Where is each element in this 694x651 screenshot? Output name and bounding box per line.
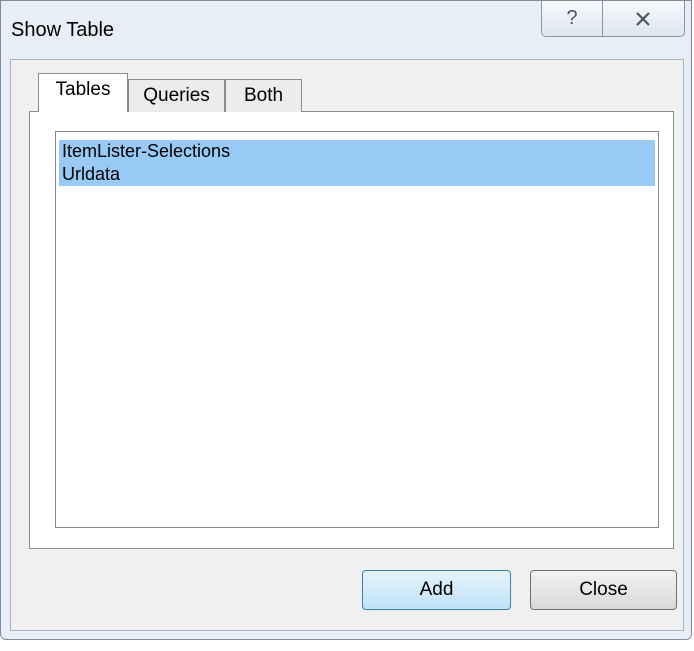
show-table-dialog: Show Table ? Tables Queries Both ItemLis… (0, 0, 692, 640)
tab-both[interactable]: Both (225, 79, 302, 112)
add-button[interactable]: Add (362, 570, 511, 610)
caption-buttons: ? (541, 1, 685, 37)
close-window-button[interactable] (602, 1, 684, 36)
tab-queries[interactable]: Queries (128, 79, 225, 112)
tab-tables[interactable]: Tables (38, 73, 128, 112)
list-item-itemlister-selections[interactable]: ItemLister-Selections (59, 140, 655, 163)
help-icon: ? (566, 7, 578, 29)
list-item-urldata[interactable]: Urldata (59, 163, 655, 186)
add-button-label: Add (419, 579, 454, 600)
tab-queries-label: Queries (143, 85, 210, 106)
close-button-label: Close (579, 579, 628, 600)
tab-both-label: Both (243, 85, 284, 106)
close-icon (636, 11, 650, 26)
table-listbox[interactable]: ItemLister-Selections Urldata (55, 131, 659, 528)
tab-tables-label: Tables (55, 79, 111, 100)
help-button[interactable]: ? (542, 1, 603, 36)
window-title: Show Table (11, 19, 115, 41)
title-bar[interactable]: Show Table ? (1, 1, 691, 61)
close-button[interactable]: Close (530, 570, 677, 610)
